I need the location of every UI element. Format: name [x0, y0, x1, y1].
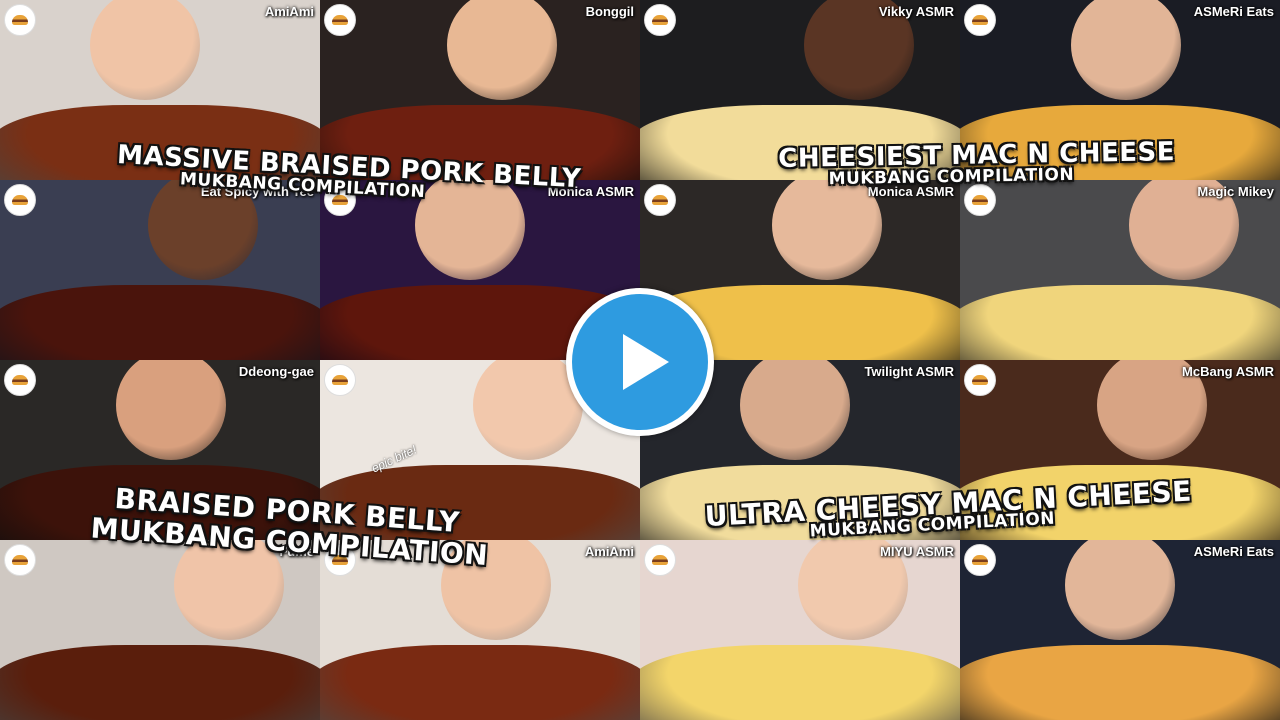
food-plate	[0, 285, 320, 360]
play-icon	[623, 334, 669, 390]
video-thumbnail-tile[interactable]: Fume	[0, 540, 320, 720]
channel-name: MIYU ASMR	[880, 544, 954, 559]
burger-logo-icon	[4, 184, 36, 216]
burger-logo-icon	[644, 4, 676, 36]
channel-name: AmiAmi	[264, 4, 314, 19]
title-cheesiest-mac-n-cheese: CHEESIEST MAC N CHEESE MUKBANG COMPILATI…	[778, 137, 1176, 190]
food-plate	[0, 645, 320, 720]
food-plate	[960, 645, 1280, 720]
burger-logo-icon	[324, 364, 356, 396]
channel-name: ASMeRi Eats	[1193, 4, 1274, 19]
burger-logo-icon	[964, 184, 996, 216]
burger-logo-icon	[964, 364, 996, 396]
burger-logo-icon	[4, 544, 36, 576]
play-button[interactable]	[566, 288, 714, 436]
burger-logo-icon	[4, 364, 36, 396]
channel-name: AmiAmi	[584, 544, 634, 559]
burger-logo-icon	[964, 544, 996, 576]
food-plate	[320, 645, 640, 720]
channel-name: Magic Mikey	[1197, 184, 1274, 199]
food-plate	[640, 645, 960, 720]
burger-logo-icon	[964, 4, 996, 36]
burger-logo-icon	[324, 4, 356, 36]
video-thumbnail-tile[interactable]: Eat Spicy with Tee	[0, 180, 320, 360]
burger-logo-icon	[644, 544, 676, 576]
channel-name: Ddeong-gae	[238, 364, 314, 379]
play-button-ring	[572, 294, 708, 430]
video-thumbnail-tile[interactable]: Magic Mikey	[960, 180, 1280, 360]
burger-logo-icon	[644, 184, 676, 216]
video-thumbnail-tile[interactable]: ASMeRi Eats	[960, 540, 1280, 720]
burger-logo-icon	[4, 4, 36, 36]
channel-name: Twilight ASMR	[864, 364, 954, 379]
channel-name: ASMeRi Eats	[1193, 544, 1274, 559]
food-plate	[960, 285, 1280, 360]
video-thumbnail-tile[interactable]: MIYU ASMR	[640, 540, 960, 720]
channel-name: Vikky ASMR	[878, 4, 954, 19]
channel-name: Bonggil	[585, 4, 634, 19]
channel-name: McBang ASMR	[1182, 364, 1274, 379]
